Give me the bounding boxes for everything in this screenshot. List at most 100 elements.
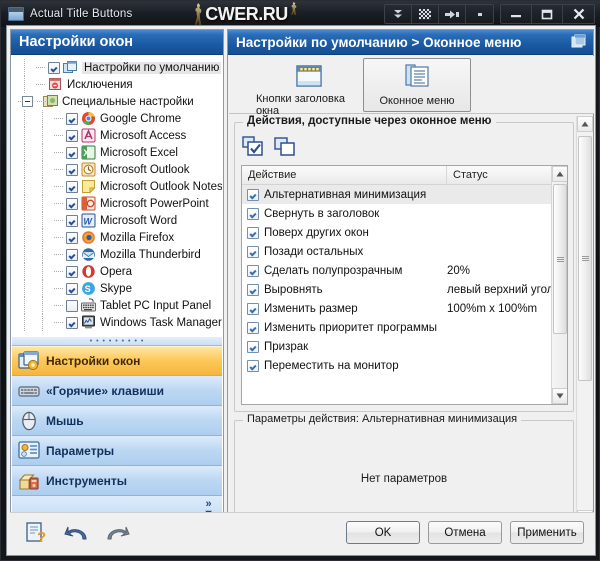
sidebar-nav-item[interactable]: «Горячие» клавиши <box>12 376 222 406</box>
tree-item[interactable]: Mozilla Firefox <box>12 229 222 246</box>
table-row[interactable]: Изменить приоритет программы <box>242 318 567 337</box>
scroll-thumb[interactable] <box>553 184 567 334</box>
sidebar-nav-item[interactable]: Настройки окон <box>12 346 222 376</box>
tree-connector <box>52 280 66 297</box>
tree-item[interactable]: Tablet PC Input Panel <box>12 297 222 314</box>
tree-item-checkbox[interactable] <box>66 249 78 261</box>
tree-item[interactable]: Opera <box>12 263 222 280</box>
ok-button[interactable]: OK <box>346 521 420 544</box>
scroll-down-button[interactable] <box>552 388 568 404</box>
apply-button[interactable]: Применить <box>510 521 584 544</box>
sidebar-nav-item[interactable]: Параметры <box>12 436 222 466</box>
table-row[interactable]: Переместить на монитор <box>242 356 567 375</box>
row-checkbox[interactable] <box>247 208 259 220</box>
row-checkbox[interactable] <box>247 265 259 277</box>
sidebar-nav-item[interactable]: Мышь <box>12 406 222 436</box>
svg-text:X: X <box>83 148 89 158</box>
tree-connector <box>52 195 66 212</box>
row-checkbox[interactable] <box>247 189 259 201</box>
tree-item-checkbox[interactable] <box>66 317 78 329</box>
row-checkbox[interactable] <box>247 360 259 372</box>
tree-item[interactable]: Microsoft Access <box>12 127 222 144</box>
minimize-to-tray-button[interactable] <box>466 5 493 23</box>
maximize-button[interactable] <box>532 5 563 23</box>
row-checkbox[interactable] <box>247 322 259 334</box>
tree-expander[interactable] <box>22 96 33 107</box>
content-scroll-up-button[interactable] <box>577 116 593 132</box>
tree-item[interactable]: WMicrosoft Word <box>12 212 222 229</box>
tab-title-buttons[interactable]: Кнопки заголовка окна <box>255 58 363 112</box>
tree-item-checkbox[interactable] <box>66 266 78 278</box>
window-check-icon[interactable] <box>241 135 267 159</box>
skype-icon: S <box>81 281 96 296</box>
tree-item-checkbox[interactable] <box>66 113 78 125</box>
row-checkbox[interactable] <box>247 341 259 353</box>
tree-item[interactable]: Microsoft Outlook Notes <box>12 178 222 195</box>
tree-item[interactable]: XMicrosoft Excel <box>12 144 222 161</box>
table-row[interactable]: Альтернативная минимизация <box>242 185 567 204</box>
tree-item-checkbox[interactable] <box>66 283 78 295</box>
hotkeys-icon <box>18 380 40 402</box>
list-vertical-scrollbar[interactable] <box>551 166 567 404</box>
undo-icon[interactable] <box>64 521 90 545</box>
tree-item-checkbox[interactable] <box>66 300 78 312</box>
rollup-button[interactable] <box>385 5 412 23</box>
minimize-button[interactable] <box>501 5 532 23</box>
row-checkbox[interactable] <box>247 246 259 258</box>
content-scroll-thumb[interactable] <box>578 136 592 381</box>
table-row[interactable]: Призрак <box>242 337 567 356</box>
row-checkbox[interactable] <box>247 284 259 296</box>
table-row[interactable]: Изменить размер100%m x 100%m <box>242 299 567 318</box>
tree-item[interactable]: Настройки по умолчанию <box>12 59 222 76</box>
tree-item[interactable]: Исключения <box>12 76 222 93</box>
tree-item-checkbox[interactable] <box>66 232 78 244</box>
tree-item[interactable]: Google Chrome <box>12 110 222 127</box>
table-row[interactable]: Свернуть в заголовок <box>242 204 567 223</box>
table-row[interactable]: Позади остальных <box>242 242 567 261</box>
sidebar-nav-item[interactable]: Инструменты <box>12 466 222 496</box>
tree-item-checkbox[interactable] <box>66 147 78 159</box>
tree-indent <box>16 161 34 178</box>
tree-connector <box>52 110 66 127</box>
grip-dots-icon: • • • • • • • • • <box>90 338 145 345</box>
help-icon[interactable]: ? <box>24 521 50 545</box>
title-bar[interactable]: Actual Title Buttons CWER.RU <box>1 1 600 27</box>
tree-connector <box>52 178 66 195</box>
content-vertical-scrollbar[interactable] <box>576 116 592 526</box>
redo-icon[interactable] <box>104 521 130 545</box>
tree-item-checkbox[interactable] <box>66 130 78 142</box>
tree-item[interactable]: Mozilla Thunderbird <box>12 246 222 263</box>
tree-item-checkbox[interactable] <box>48 62 60 74</box>
tree-item[interactable]: Специальные настройки <box>12 93 222 110</box>
content-scroll-grip-icon <box>582 255 589 262</box>
cancel-button[interactable]: Отмена <box>428 521 502 544</box>
opera-icon <box>81 264 96 279</box>
table-row[interactable]: Сделать полупрозрачным20% <box>242 261 567 280</box>
left-panel: Настройки окон Настройки по умолчаниюИск… <box>10 29 224 526</box>
nav-splitter-grip[interactable]: • • • • • • • • • <box>12 337 222 346</box>
tablet-input-icon <box>81 298 96 313</box>
table-row[interactable]: Поверх других окон <box>242 223 567 242</box>
row-checkbox[interactable] <box>247 303 259 315</box>
tree-item[interactable]: Microsoft Outlook <box>12 161 222 178</box>
tree-item[interactable]: Microsoft PowerPoint <box>12 195 222 212</box>
tree-item-checkbox[interactable] <box>66 181 78 193</box>
tree-item-checkbox[interactable] <box>66 215 78 227</box>
tree-item-checkbox[interactable] <box>66 198 78 210</box>
actions-list[interactable]: Действие Статус Альтернативная минимизац… <box>241 165 568 405</box>
tree-item[interactable]: SSkype <box>12 280 222 297</box>
tree-connector <box>35 93 43 110</box>
transparency-button[interactable] <box>412 5 439 23</box>
column-header-action[interactable]: Действие <box>242 166 447 185</box>
column-header-status[interactable]: Статус <box>447 166 552 185</box>
settings-tree[interactable]: Настройки по умолчаниюИсключенияСпециаль… <box>12 56 222 336</box>
align-button[interactable] <box>439 5 466 23</box>
tree-item[interactable]: Windows Task Manager <box>12 314 222 331</box>
window-copy-icon[interactable] <box>273 135 299 159</box>
tab-window-menu[interactable]: Оконное меню <box>363 58 471 112</box>
tree-item-checkbox[interactable] <box>66 164 78 176</box>
scroll-up-button[interactable] <box>552 166 568 182</box>
close-button[interactable] <box>563 5 594 23</box>
table-row[interactable]: Выровнятьлевый верхний угол <box>242 280 567 299</box>
row-checkbox[interactable] <box>247 227 259 239</box>
